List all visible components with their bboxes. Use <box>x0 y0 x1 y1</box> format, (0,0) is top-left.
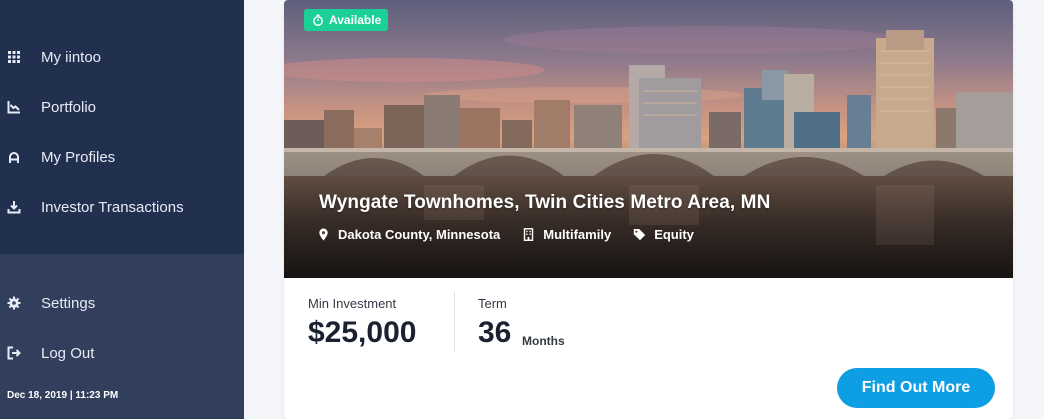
tag-icon <box>633 229 646 241</box>
grid-icon <box>6 49 22 65</box>
status-badge: Available <box>304 9 389 31</box>
sidebar-item-label: Portfolio <box>41 98 97 116</box>
sidebar-item-my-iintoo[interactable]: My iintoo <box>0 39 244 75</box>
sidebar-item-label: Log Out <box>41 344 95 362</box>
sidebar-item-my-profiles[interactable]: My Profiles <box>0 139 244 175</box>
sidebar-item-portfolio[interactable]: Portfolio <box>0 89 244 125</box>
property-meta: Dakota County, Minnesota Multifamily Equ… <box>317 227 716 242</box>
investment-type-label: Equity <box>654 227 694 242</box>
stats-divider <box>454 292 455 352</box>
stopwatch-icon <box>313 14 323 26</box>
building-icon <box>524 228 534 241</box>
download-tray-icon <box>6 199 22 215</box>
profile-icon <box>6 149 22 165</box>
investment-stats: Min Investment $25,000 Term 36 Months Fi… <box>284 278 1013 419</box>
chart-icon <box>6 99 22 115</box>
investment-type: Equity <box>633 227 694 242</box>
property-photo[interactable]: Available Wyngate Townhomes, Twin Cities… <box>284 0 1013 278</box>
logout-icon <box>6 345 22 361</box>
term-label: Term <box>478 296 507 311</box>
term-unit: Months <box>522 334 565 348</box>
sidebar-item-label: My iintoo <box>41 48 102 66</box>
term-value: 36 <box>478 316 512 349</box>
property-title: Wyngate Townhomes, Twin Cities Metro Are… <box>319 192 771 213</box>
session-timestamp: Dec 18, 2019 | 11:23 PM <box>7 390 119 401</box>
sidebar-item-log-out[interactable]: Log Out <box>0 335 244 371</box>
sidebar-item-investor-transactions[interactable]: Investor Transactions <box>0 189 244 225</box>
property-location: Dakota County, Minnesota <box>317 227 500 242</box>
location-pin-icon <box>319 228 328 241</box>
property-type-label: Multifamily <box>543 227 612 242</box>
property-location-label: Dakota County, Minnesota <box>338 227 501 242</box>
sidebar-item-label: Investor Transactions <box>41 198 184 216</box>
gear-icon <box>6 295 22 311</box>
sidebar-item-settings[interactable]: Settings <box>0 285 244 321</box>
min-investment-value: $25,000 <box>308 316 417 349</box>
sidebar: My iintoo Portfolio My Profiles Investor… <box>0 0 244 419</box>
find-out-more-button[interactable]: Find Out More <box>837 368 995 408</box>
status-badge-label: Available <box>329 13 382 27</box>
min-investment-label: Min Investment <box>308 296 397 311</box>
property-type: Multifamily <box>522 227 611 242</box>
investment-card: Available Wyngate Townhomes, Twin Cities… <box>284 0 1013 419</box>
sidebar-item-label: Settings <box>41 294 96 312</box>
sidebar-item-label: My Profiles <box>41 148 116 166</box>
